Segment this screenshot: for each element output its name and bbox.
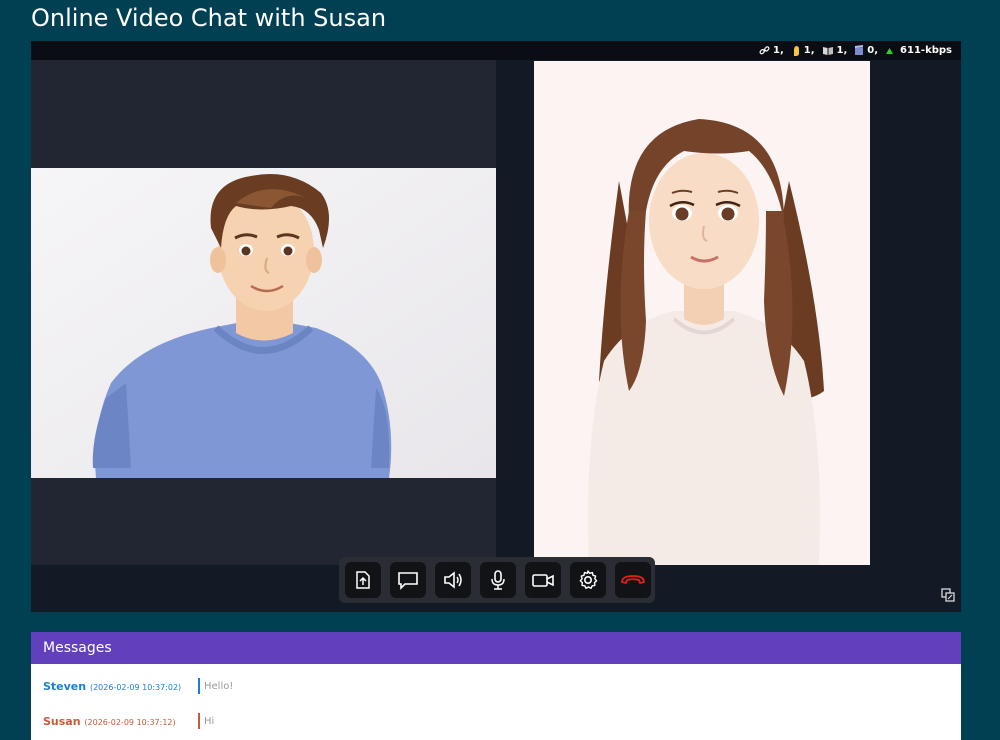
message-text: Hi bbox=[204, 716, 215, 727]
bitrate-stat: 611-kbps bbox=[885, 45, 952, 56]
chat-icon bbox=[398, 572, 418, 590]
clip-stat: 0, bbox=[854, 45, 878, 56]
remote-video-feed bbox=[534, 61, 870, 565]
steven-avatar bbox=[31, 168, 496, 478]
hand-icon bbox=[793, 45, 799, 56]
settings-button[interactable] bbox=[570, 562, 606, 598]
microphone-button[interactable] bbox=[480, 562, 516, 598]
connection-status-bar: 1, 1, 1, 0, 611-kbps bbox=[31, 41, 961, 60]
hang-up-phone-icon bbox=[621, 575, 645, 584]
book-count: 1, bbox=[836, 45, 848, 56]
clapperboard-icon bbox=[855, 45, 864, 55]
link-count: 1, bbox=[772, 45, 784, 56]
video-camera-icon bbox=[532, 574, 554, 587]
book-icon bbox=[822, 46, 833, 55]
message-row: Susan (2026-02-09 10:37:12) Hi bbox=[31, 712, 961, 732]
sender-name: Steven bbox=[43, 680, 87, 693]
local-video-feed bbox=[31, 168, 496, 478]
call-toolbar bbox=[339, 557, 655, 603]
microphone-icon bbox=[491, 570, 505, 590]
messages-header: Messages bbox=[31, 632, 961, 664]
chat-button[interactable] bbox=[390, 562, 426, 598]
upload-file-button[interactable] bbox=[345, 562, 381, 598]
messages-panel: Messages Steven (2026-02-09 10:37:02) He… bbox=[31, 632, 961, 740]
file-upload-icon bbox=[356, 571, 370, 589]
link-icon bbox=[759, 46, 770, 55]
book-stat: 1, bbox=[822, 45, 848, 56]
message-divider bbox=[198, 713, 200, 729]
gear-icon bbox=[579, 570, 598, 589]
sender-name: Susan bbox=[43, 715, 81, 728]
bitrate-value: 611-kbps bbox=[900, 45, 952, 56]
message-sender: Susan (2026-02-09 10:37:12) bbox=[43, 715, 176, 728]
speaker-icon bbox=[444, 571, 462, 589]
message-divider bbox=[198, 678, 200, 694]
local-video-panel bbox=[31, 60, 496, 565]
layout-switch-button[interactable] bbox=[941, 588, 955, 607]
up-arrow-icon bbox=[886, 47, 894, 54]
page-title: Online Video Chat with Susan bbox=[31, 4, 387, 32]
message-sender: Steven (2026-02-09 10:37:02) bbox=[43, 680, 181, 693]
message-text: Hello! bbox=[204, 681, 234, 692]
pip-switch-icon bbox=[941, 588, 955, 602]
video-area: 1, 1, 1, 0, 611-kbps bbox=[31, 41, 961, 612]
camera-button[interactable] bbox=[525, 562, 561, 598]
message-timestamp: (2026-02-09 10:37:12) bbox=[84, 718, 176, 727]
speaker-button[interactable] bbox=[435, 562, 471, 598]
hand-stat: 1, bbox=[791, 45, 815, 57]
message-timestamp: (2026-02-09 10:37:02) bbox=[89, 683, 182, 692]
susan-avatar bbox=[534, 61, 870, 565]
message-row: Steven (2026-02-09 10:37:02) Hello! bbox=[31, 677, 961, 697]
clip-count: 0, bbox=[867, 45, 879, 56]
link-stat: 1, bbox=[759, 45, 784, 56]
hand-count: 1, bbox=[803, 45, 815, 56]
hang-up-button[interactable] bbox=[615, 562, 651, 598]
